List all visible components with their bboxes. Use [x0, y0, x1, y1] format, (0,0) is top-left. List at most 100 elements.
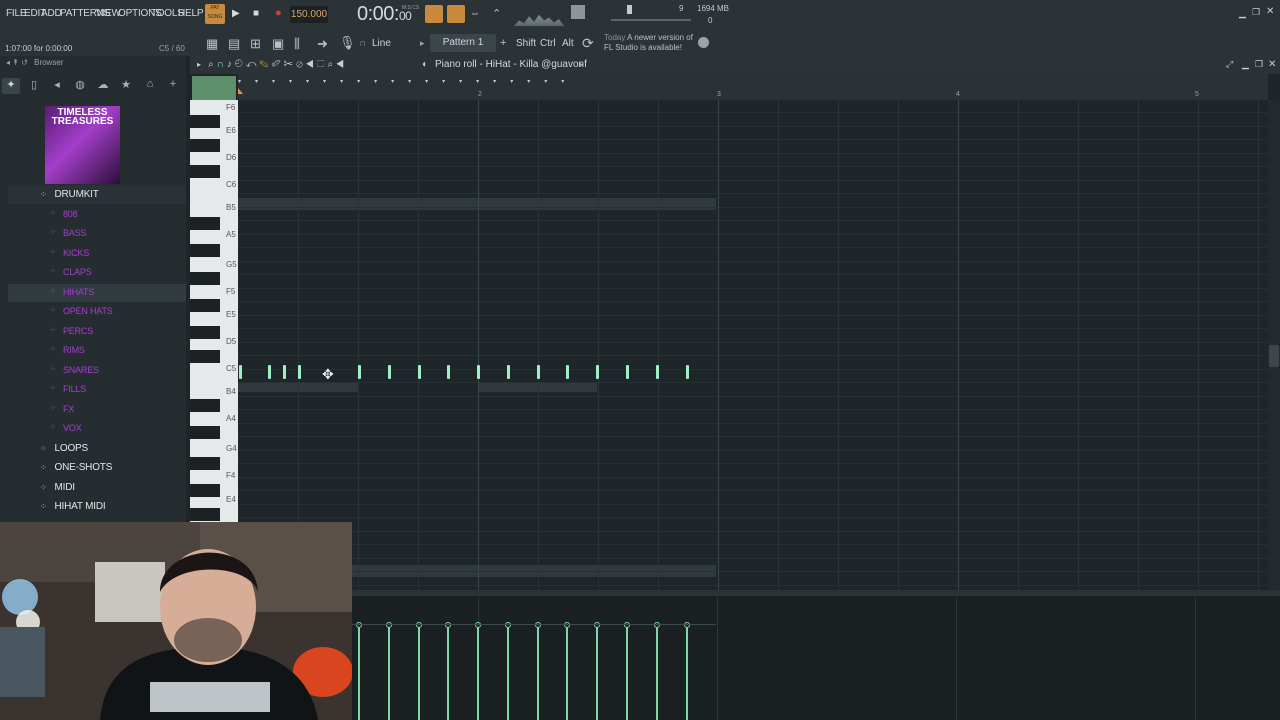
browser-favorites-tab-icon[interactable]: ★	[117, 78, 135, 94]
browser-tags-tab-icon[interactable]: ⌂	[141, 78, 159, 94]
note-c5[interactable]	[268, 365, 271, 379]
ctrl-key-button[interactable]: Ctrl	[540, 38, 556, 49]
browser-subfolder-row-fills[interactable]	[8, 381, 186, 399]
pat-song-toggle[interactable]: PAT SONG	[205, 4, 225, 24]
note-c5[interactable]	[239, 365, 242, 379]
step-edit-icon[interactable]: ⌃	[492, 7, 501, 20]
browser-files-tab-icon[interactable]: ▯	[25, 78, 43, 94]
velocity-handle[interactable]	[416, 622, 422, 628]
browser-subfolder-row-claps[interactable]	[8, 264, 186, 282]
black-key[interactable]	[190, 508, 220, 521]
pattern-arrow-icon[interactable]: ▸	[420, 38, 425, 49]
maximize-icon[interactable]: ❐	[1252, 7, 1260, 18]
velocity-bar[interactable]	[537, 626, 539, 720]
zoom-tool-icon[interactable]: ⌕	[328, 59, 337, 70]
note-c5[interactable]	[566, 365, 569, 379]
menu-help[interactable]: HELP	[178, 8, 204, 19]
black-key[interactable]	[190, 217, 220, 230]
browser-subfolder-row-percs[interactable]	[8, 323, 186, 341]
browser-cloud-tab-icon[interactable]: ☁	[94, 78, 112, 94]
vertical-scroll-thumb[interactable]	[1269, 345, 1279, 367]
velocity-handle[interactable]	[445, 622, 451, 628]
black-key[interactable]	[190, 115, 220, 128]
title-dropdown-icon[interactable]: ▸	[580, 60, 584, 69]
note-c5[interactable]	[447, 365, 450, 379]
add-pattern-icon[interactable]: +	[500, 37, 506, 49]
metronome-tool-icon[interactable]: ◴	[235, 59, 246, 70]
browser-folder-midi[interactable]: ⁘ MIDI	[40, 482, 75, 493]
note-c5[interactable]	[596, 365, 599, 379]
magnet-tool-icon[interactable]: ∩	[217, 59, 227, 70]
black-key[interactable]	[190, 272, 220, 285]
browser-nav-icon[interactable]: ◂ ↟ ↺	[6, 58, 28, 67]
zoom-icon[interactable]: ⌕	[208, 59, 217, 70]
note-c5[interactable]	[656, 365, 659, 379]
shift-key-button[interactable]: Shift	[516, 38, 536, 49]
browser-subfolder-row-kicks[interactable]	[8, 245, 186, 263]
browser-subfolder-row-bass[interactable]	[8, 225, 186, 243]
velocity-handle[interactable]	[654, 622, 660, 628]
magnet-icon[interactable]: ∩	[359, 38, 366, 49]
playhead-marker[interactable]	[238, 88, 243, 94]
stop-icon[interactable]: ■	[253, 8, 259, 19]
note-c5[interactable]	[283, 365, 286, 379]
black-key[interactable]	[190, 399, 220, 412]
velocity-bar[interactable]	[358, 626, 360, 720]
mute-icon[interactable]: ⊘	[296, 59, 306, 70]
velocity-handle[interactable]	[386, 622, 392, 628]
pr-maximize-icon[interactable]: ❐	[1255, 59, 1263, 70]
note-c5[interactable]	[298, 365, 301, 379]
velocity-bar[interactable]	[566, 626, 568, 720]
note-c5[interactable]	[418, 365, 421, 379]
pr-minimize-icon[interactable]: ▁	[1242, 59, 1249, 70]
velocity-editor[interactable]	[352, 596, 1280, 720]
blend-notes-icon[interactable]: ⇔	[470, 8, 480, 19]
black-key[interactable]	[190, 165, 220, 178]
news-icon[interactable]: ⟳	[582, 35, 594, 52]
velocity-bar[interactable]	[626, 626, 628, 720]
velocity-handle[interactable]	[475, 622, 481, 628]
velocity-handle[interactable]	[356, 622, 362, 628]
browser-db-tab-icon[interactable]: ◍	[71, 78, 89, 94]
wait-for-input-button[interactable]	[447, 5, 465, 23]
velocity-bar[interactable]	[477, 626, 479, 720]
playback-icon[interactable]: ◀	[336, 59, 347, 70]
detach-icon[interactable]: ⤢	[1226, 59, 1233, 70]
black-key[interactable]	[190, 299, 220, 312]
undo-icon[interactable]: ↶	[246, 59, 260, 70]
velocity-handle[interactable]	[624, 622, 630, 628]
metronome-button[interactable]	[425, 5, 443, 23]
snap-selector[interactable]: Line	[372, 38, 391, 49]
velocity-bar[interactable]	[447, 626, 449, 720]
browser-all-tab[interactable]: ✦	[2, 78, 20, 94]
minimize-icon[interactable]: ▁	[1239, 8, 1246, 19]
browser-plugins-tab-icon[interactable]: ◂	[48, 78, 66, 94]
velocity-handle[interactable]	[594, 622, 600, 628]
velocity-bar[interactable]	[596, 626, 598, 720]
piano-roll-menu-icon[interactable]: ▸	[197, 60, 201, 69]
note-c5[interactable]	[477, 365, 480, 379]
browser-subfolder-row-vox[interactable]	[8, 420, 186, 438]
close-icon[interactable]: ✕	[1266, 6, 1274, 17]
note-c5[interactable]	[686, 365, 689, 379]
black-key[interactable]	[190, 484, 220, 497]
microphone-icon[interactable]: 🎙	[339, 35, 356, 51]
master-volume-icon[interactable]	[571, 5, 585, 19]
velocity-handle[interactable]	[564, 622, 570, 628]
channel-rack-icon[interactable]: ▤	[228, 36, 240, 52]
black-key[interactable]	[190, 244, 220, 257]
record-icon[interactable]: ●	[275, 7, 282, 19]
black-key[interactable]	[190, 457, 220, 470]
velocity-bar[interactable]	[656, 626, 658, 720]
black-key[interactable]	[190, 350, 220, 363]
velocity-bar[interactable]	[507, 626, 509, 720]
news-line-2[interactable]: FL Studio is available!	[604, 43, 682, 52]
browser-folder-one-shots[interactable]: ⁘ ONE-SHOTS	[40, 462, 112, 473]
online-status-icon[interactable]	[698, 37, 709, 48]
browser-folder-drumkit[interactable]: ⁘ DRUMKIT	[40, 189, 99, 200]
browser-folder-loops[interactable]: ⁘ LOOPS	[40, 443, 88, 454]
velocity-bar[interactable]	[686, 626, 688, 720]
next-icon[interactable]: ➜	[317, 36, 328, 52]
velocity-handle[interactable]	[535, 622, 541, 628]
pattern-selector[interactable]: Pattern 1	[430, 34, 496, 52]
